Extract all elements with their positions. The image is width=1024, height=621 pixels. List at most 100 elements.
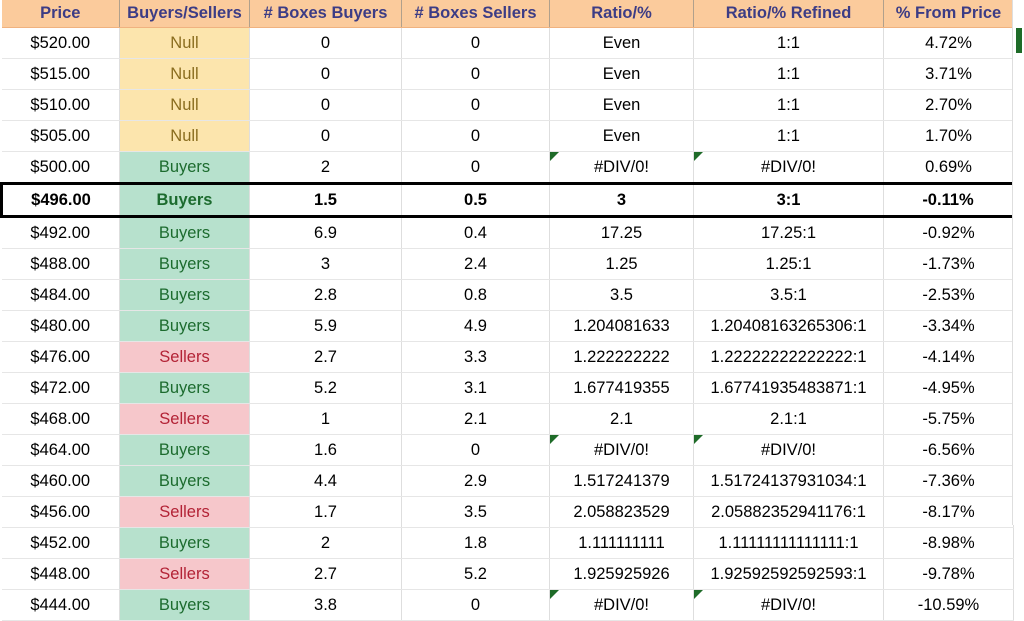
- cell-buyers-sellers[interactable]: Buyers: [119, 527, 250, 559]
- table-row[interactable]: $496.00 Buyers 1.5 0.5 3 3:1 -0.11%: [0, 182, 1015, 218]
- cell-price[interactable]: $492.00: [1, 216, 120, 249]
- cell-ratio-refined[interactable]: #DIV/0!: [693, 434, 884, 466]
- cell-price[interactable]: $488.00: [1, 248, 120, 280]
- cell-pct-from-price[interactable]: -8.98%: [883, 527, 1014, 559]
- cell-buyers-sellers[interactable]: Sellers: [119, 403, 250, 435]
- cell-pct-from-price[interactable]: -3.34%: [883, 310, 1014, 342]
- cell-price[interactable]: $505.00: [1, 120, 120, 152]
- cell-boxes-sellers[interactable]: 4.9: [401, 310, 550, 342]
- cell-pct-from-price[interactable]: 3.71%: [883, 58, 1014, 90]
- cell-boxes-buyers[interactable]: 0: [249, 58, 402, 90]
- cell-pct-from-price[interactable]: -1.73%: [883, 248, 1014, 280]
- cell-buyers-sellers[interactable]: Buyers: [119, 310, 250, 342]
- cell-ratio-refined[interactable]: 17.25:1: [693, 216, 884, 249]
- column-header-buyers-sellers[interactable]: Buyers/Sellers: [119, 0, 250, 28]
- cell-price[interactable]: $448.00: [1, 558, 120, 590]
- cell-boxes-sellers[interactable]: 0: [401, 589, 550, 621]
- cell-boxes-buyers[interactable]: 0: [249, 27, 402, 59]
- cell-ratio-refined[interactable]: 3.5:1: [693, 279, 884, 311]
- cell-ratio-refined[interactable]: 1.22222222222222:1: [693, 341, 884, 373]
- cell-boxes-sellers[interactable]: 0: [401, 58, 550, 90]
- cell-buyers-sellers[interactable]: Null: [119, 120, 250, 152]
- cell-ratio-refined[interactable]: 1.51724137931034:1: [693, 465, 884, 497]
- cell-price[interactable]: $460.00: [1, 465, 120, 497]
- cell-boxes-buyers[interactable]: 5.2: [249, 372, 402, 404]
- cell-boxes-sellers[interactable]: 0: [401, 120, 550, 152]
- column-header-pct-from-price[interactable]: % From Price: [883, 0, 1014, 28]
- table-row[interactable]: $484.00 Buyers 2.8 0.8 3.5 3.5:1 -2.53%: [1, 279, 1014, 311]
- column-header-ratio[interactable]: Ratio/%: [549, 0, 694, 28]
- cell-ratio-refined[interactable]: 1.67741935483871:1: [693, 372, 884, 404]
- cell-buyers-sellers[interactable]: Buyers: [119, 248, 250, 280]
- cell-buyers-sellers[interactable]: Buyers: [119, 279, 250, 311]
- cell-boxes-sellers[interactable]: 2.1: [401, 403, 550, 435]
- cell-ratio-refined[interactable]: 1:1: [693, 89, 884, 121]
- cell-boxes-sellers[interactable]: 3.3: [401, 341, 550, 373]
- cell-ratio[interactable]: Even: [549, 27, 694, 59]
- cell-price[interactable]: $520.00: [1, 27, 120, 59]
- cell-buyers-sellers[interactable]: Sellers: [119, 558, 250, 590]
- cell-buyers-sellers[interactable]: Buyers: [119, 465, 250, 497]
- cell-price[interactable]: $464.00: [1, 434, 120, 466]
- cell-pct-from-price[interactable]: 2.70%: [883, 89, 1014, 121]
- column-header-ratio-refined[interactable]: Ratio/% Refined: [693, 0, 884, 28]
- table-row[interactable]: $488.00 Buyers 3 2.4 1.25 1.25:1 -1.73%: [1, 248, 1014, 280]
- table-row[interactable]: $515.00 Null 0 0 Even 1:1 3.71%: [1, 58, 1014, 90]
- table-row[interactable]: $464.00 Buyers 1.6 0 #DIV/0! #DIV/0! -6.56%: [1, 434, 1014, 466]
- cell-pct-from-price[interactable]: -9.78%: [883, 558, 1014, 590]
- column-header-boxes-buyers[interactable]: # Boxes Buyers: [249, 0, 402, 28]
- cell-boxes-buyers[interactable]: 1.6: [249, 434, 402, 466]
- cell-ratio-refined[interactable]: 2.05882352941176:1: [693, 496, 884, 528]
- cell-ratio[interactable]: 1.677419355: [549, 372, 694, 404]
- cell-boxes-buyers[interactable]: 6.9: [249, 216, 402, 249]
- cell-pct-from-price[interactable]: 0.69%: [883, 151, 1014, 184]
- cell-pct-from-price[interactable]: -0.92%: [883, 216, 1014, 249]
- cell-buyers-sellers[interactable]: Buyers: [119, 216, 250, 249]
- table-row[interactable]: $510.00 Null 0 0 Even 1:1 2.70%: [1, 89, 1014, 121]
- cell-pct-from-price[interactable]: -5.75%: [883, 403, 1014, 435]
- cell-boxes-sellers[interactable]: 0.8: [401, 279, 550, 311]
- cell-ratio[interactable]: 1.204081633: [549, 310, 694, 342]
- cell-boxes-buyers[interactable]: 3: [249, 248, 402, 280]
- table-row[interactable]: $500.00 Buyers 2 0 #DIV/0! #DIV/0! 0.69%: [1, 151, 1014, 184]
- cell-price[interactable]: $476.00: [1, 341, 120, 373]
- cell-ratio[interactable]: 1.222222222: [549, 341, 694, 373]
- cell-buyers-sellers[interactable]: Sellers: [119, 341, 250, 373]
- cell-pct-from-price[interactable]: -4.14%: [883, 341, 1014, 373]
- cell-pct-from-price[interactable]: -2.53%: [883, 279, 1014, 311]
- cell-boxes-buyers[interactable]: 0: [249, 120, 402, 152]
- cell-boxes-buyers[interactable]: 2.7: [249, 558, 402, 590]
- cell-pct-from-price[interactable]: -10.59%: [883, 589, 1014, 621]
- cell-ratio[interactable]: 1.517241379: [549, 465, 694, 497]
- table-row[interactable]: $444.00 Buyers 3.8 0 #DIV/0! #DIV/0! -10.59%: [1, 589, 1014, 621]
- cell-ratio[interactable]: Even: [549, 89, 694, 121]
- cell-boxes-sellers[interactable]: 0: [401, 27, 550, 59]
- cell-boxes-sellers[interactable]: 0: [401, 434, 550, 466]
- cell-boxes-sellers[interactable]: 0.4: [401, 216, 550, 249]
- cell-ratio-refined[interactable]: 1.25:1: [693, 248, 884, 280]
- table-row[interactable]: $476.00 Sellers 2.7 3.3 1.222222222 1.2222222…: [1, 341, 1014, 373]
- cell-boxes-sellers[interactable]: 5.2: [401, 558, 550, 590]
- cell-price[interactable]: $484.00: [1, 279, 120, 311]
- cell-ratio[interactable]: 2.1: [549, 403, 694, 435]
- cell-pct-from-price[interactable]: -8.17%: [883, 496, 1014, 528]
- table-row[interactable]: $520.00 Null 0 0 Even 1:1 4.72%: [1, 27, 1014, 59]
- cell-ratio-refined[interactable]: #DIV/0!: [693, 151, 884, 184]
- cell-ratio-refined[interactable]: 1.20408163265306:1: [693, 310, 884, 342]
- column-header-boxes-sellers[interactable]: # Boxes Sellers: [401, 0, 550, 28]
- cell-pct-from-price[interactable]: -0.11%: [883, 182, 1015, 218]
- cell-ratio-refined[interactable]: 1.11111111111111:1: [693, 527, 884, 559]
- cell-ratio-refined[interactable]: 3:1: [693, 182, 884, 218]
- cell-ratio[interactable]: 3.5: [549, 279, 694, 311]
- cell-ratio[interactable]: 2.058823529: [549, 496, 694, 528]
- table-row[interactable]: $472.00 Buyers 5.2 3.1 1.677419355 1.67741935…: [1, 372, 1014, 404]
- cell-ratio[interactable]: 1.925925926: [549, 558, 694, 590]
- cell-ratio-refined[interactable]: 1:1: [693, 120, 884, 152]
- table-row[interactable]: $492.00 Buyers 6.9 0.4 17.25 17.25:1 -0.92%: [1, 216, 1014, 249]
- cell-ratio[interactable]: 3: [549, 182, 694, 218]
- cell-ratio-refined[interactable]: 1.92592592592593:1: [693, 558, 884, 590]
- cell-pct-from-price[interactable]: -7.36%: [883, 465, 1014, 497]
- cell-boxes-buyers[interactable]: 5.9: [249, 310, 402, 342]
- cell-ratio-refined[interactable]: 1:1: [693, 58, 884, 90]
- cell-buyers-sellers[interactable]: Null: [119, 58, 250, 90]
